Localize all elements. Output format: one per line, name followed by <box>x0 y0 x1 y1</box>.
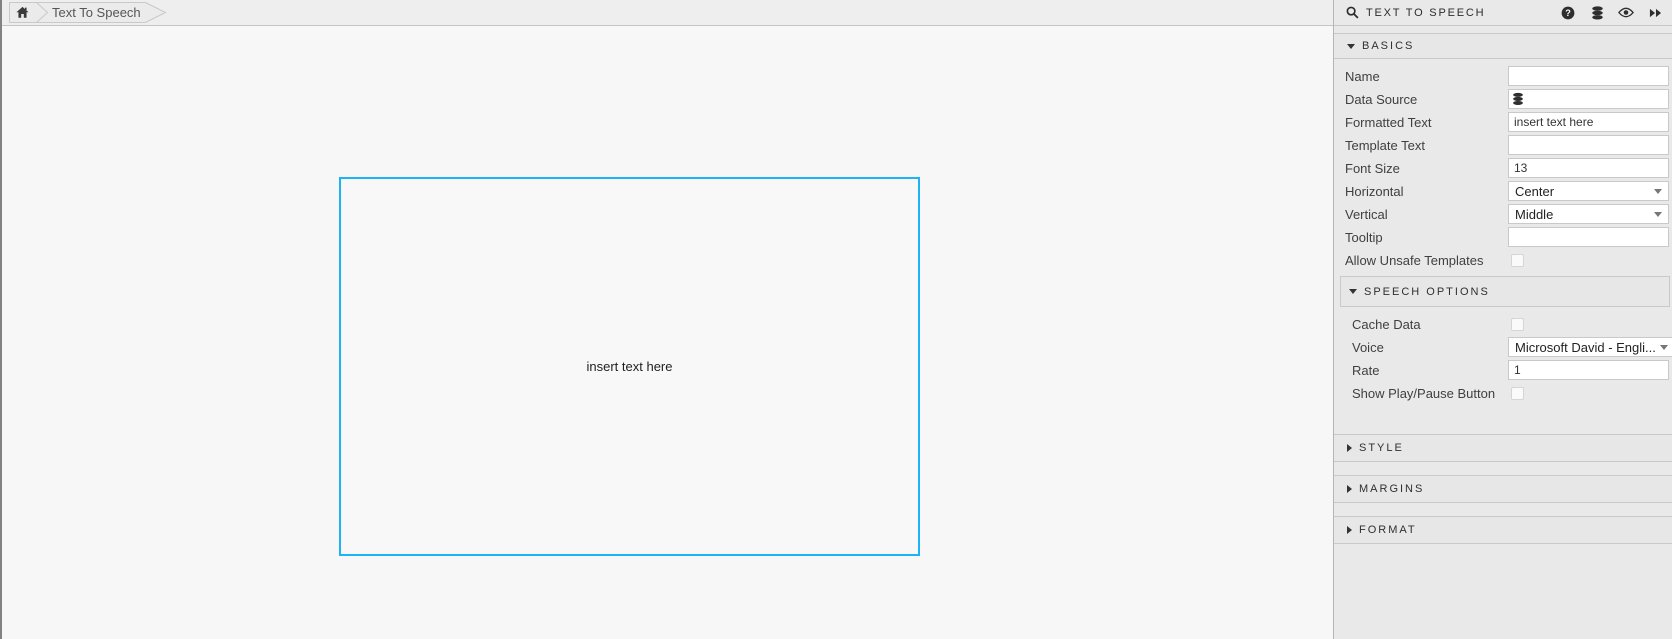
section-label: MARGINS <box>1359 483 1424 495</box>
breadcrumb-bar: Text To Speech <box>2 0 1333 26</box>
collapse-panel-icon[interactable] <box>1647 5 1663 21</box>
widget-text: insert text here <box>587 359 673 374</box>
text-to-speech-widget-selected[interactable]: insert text here <box>339 177 920 556</box>
property-row-rate: Rate <box>1352 360 1669 380</box>
section-gap <box>1334 414 1672 434</box>
triangle-down-icon <box>1347 44 1355 49</box>
name-input[interactable] <box>1508 66 1669 86</box>
property-row-show-play-pause: Show Play/Pause Button <box>1352 383 1669 403</box>
property-row-template-text: Template Text <box>1345 135 1669 155</box>
voice-select[interactable]: Microsoft David - Engli... <box>1508 337 1672 357</box>
breadcrumb: Text To Speech <box>9 2 179 23</box>
property-row-vertical: Vertical Middle <box>1345 204 1669 224</box>
basics-rows: Name Data Source <box>1334 59 1672 270</box>
panel-header-actions: ? <box>1560 5 1663 21</box>
vertical-select[interactable]: Middle <box>1508 204 1669 224</box>
svg-text:?: ? <box>1565 8 1571 18</box>
template-text-input[interactable] <box>1508 135 1669 155</box>
property-label: Formatted Text <box>1345 115 1508 130</box>
property-label: Name <box>1345 69 1508 84</box>
property-row-formatted-text: Formatted Text <box>1345 112 1669 132</box>
section-label: STYLE <box>1359 442 1404 454</box>
section-label: FORMAT <box>1359 524 1417 536</box>
properties-panel-body: BASICS Name Data Source <box>1334 26 1672 544</box>
property-row-voice: Voice Microsoft David - Engli... <box>1352 337 1669 357</box>
horizontal-select[interactable]: Center <box>1508 181 1669 201</box>
speech-options-rows: Cache Data Voice Microsoft David - Engli… <box>1334 307 1672 414</box>
section-label: SPEECH OPTIONS <box>1364 286 1490 298</box>
triangle-right-icon <box>1347 526 1352 534</box>
property-label: Allow Unsafe Templates <box>1345 253 1508 268</box>
property-label: Cache Data <box>1352 317 1508 332</box>
property-label: Font Size <box>1345 161 1508 176</box>
properties-panel: TEXT TO SPEECH ? <box>1333 0 1672 639</box>
property-row-tooltip: Tooltip <box>1345 227 1669 247</box>
font-size-input[interactable] <box>1508 158 1669 178</box>
cache-data-checkbox[interactable] <box>1511 318 1524 331</box>
app-window: Text To Speech insert text here TEXT TO … <box>0 0 1672 639</box>
data-source-picker[interactable] <box>1508 89 1669 109</box>
property-label: Vertical <box>1345 207 1508 222</box>
property-label: Template Text <box>1345 138 1508 153</box>
dropdown-arrow-icon <box>1654 212 1662 217</box>
breadcrumb-current-tab[interactable]: Text To Speech <box>52 2 141 23</box>
panel-title: TEXT TO SPEECH <box>1366 7 1485 19</box>
section-header-margins[interactable]: MARGINS <box>1334 475 1672 503</box>
home-icon[interactable] <box>16 6 29 19</box>
property-label: Tooltip <box>1345 230 1508 245</box>
show-play-pause-checkbox[interactable] <box>1511 387 1524 400</box>
tooltip-input[interactable] <box>1508 227 1669 247</box>
dropdown-arrow-icon <box>1654 189 1662 194</box>
property-row-name: Name <box>1345 66 1669 86</box>
formatted-text-input[interactable] <box>1508 112 1669 132</box>
section-header-speech-options[interactable]: SPEECH OPTIONS <box>1340 276 1670 307</box>
allow-unsafe-templates-checkbox[interactable] <box>1511 254 1524 267</box>
rate-input[interactable] <box>1508 360 1669 380</box>
property-row-allow-unsafe-templates: Allow Unsafe Templates <box>1345 250 1669 270</box>
design-canvas[interactable]: insert text here <box>2 26 1333 639</box>
properties-panel-header: TEXT TO SPEECH ? <box>1334 0 1672 26</box>
property-label: Data Source <box>1345 92 1508 107</box>
data-source-icon[interactable] <box>1589 5 1605 21</box>
database-icon <box>1512 92 1524 106</box>
property-row-cache-data: Cache Data <box>1352 314 1669 334</box>
preview-eye-icon[interactable] <box>1618 5 1634 21</box>
property-label: Voice <box>1352 340 1508 355</box>
property-label: Rate <box>1352 363 1508 378</box>
property-row-horizontal: Horizontal Center <box>1345 181 1669 201</box>
section-label: BASICS <box>1362 40 1414 52</box>
triangle-down-icon <box>1349 289 1357 294</box>
section-header-basics[interactable]: BASICS <box>1334 33 1672 59</box>
triangle-right-icon <box>1347 444 1352 452</box>
triangle-right-icon <box>1347 485 1352 493</box>
property-row-font-size: Font Size <box>1345 158 1669 178</box>
section-header-format[interactable]: FORMAT <box>1334 516 1672 544</box>
section-header-style[interactable]: STYLE <box>1334 434 1672 462</box>
search-icon[interactable] <box>1346 6 1359 19</box>
property-label: Horizontal <box>1345 184 1508 199</box>
property-label: Show Play/Pause Button <box>1352 386 1508 401</box>
property-row-data-source: Data Source <box>1345 89 1669 109</box>
help-icon[interactable]: ? <box>1560 5 1576 21</box>
dropdown-arrow-icon <box>1660 345 1668 350</box>
